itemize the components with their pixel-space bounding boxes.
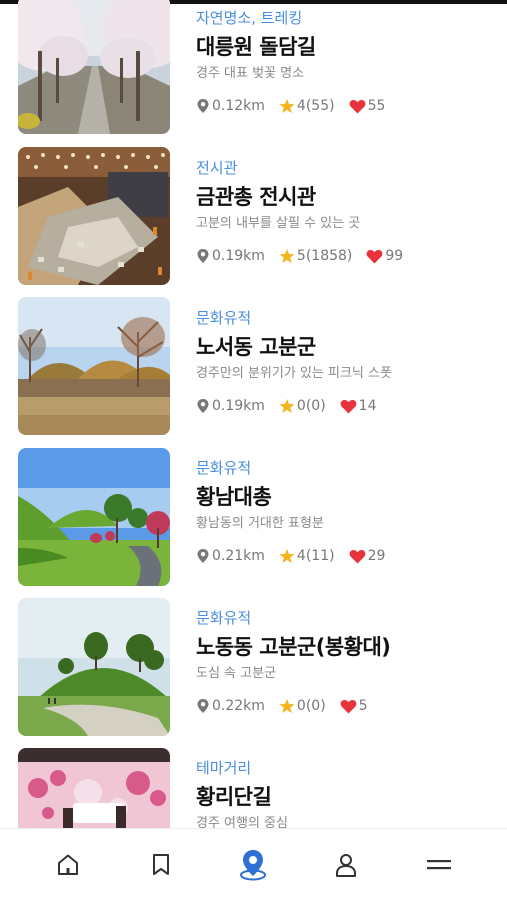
tumuli-field-image xyxy=(18,297,170,435)
green-mounds-path-image xyxy=(18,448,170,586)
distance-text: 0.19km xyxy=(212,248,265,264)
place-description: 경주 대표 벚꽃 명소 xyxy=(196,66,305,81)
nav-map[interactable] xyxy=(233,845,273,885)
cherry-blossom-road-image xyxy=(18,0,170,134)
star-icon xyxy=(279,699,295,713)
heart-icon[interactable] xyxy=(349,549,366,564)
heart-icon[interactable] xyxy=(340,699,357,714)
place-title[interactable]: 금관총 전시관 xyxy=(196,184,499,210)
place-thumbnail[interactable] xyxy=(18,598,170,736)
location-pin-icon xyxy=(197,399,209,413)
star-icon xyxy=(279,99,295,113)
location-pin-icon xyxy=(197,99,209,113)
place-description: 경주만의 분위기가 있는 피크닉 스폿 xyxy=(196,366,392,381)
rating: 0(0) xyxy=(279,398,326,414)
likes-text: 14 xyxy=(358,398,377,414)
heart-icon[interactable] xyxy=(340,399,357,414)
home-icon[interactable] xyxy=(55,852,81,878)
rating-text: 0(0) xyxy=(296,398,326,414)
star-icon xyxy=(279,249,295,263)
rating: 5(1858) xyxy=(279,248,352,264)
place-thumbnail[interactable] xyxy=(18,448,170,586)
place-title[interactable]: 대릉원 돌담길 xyxy=(196,34,499,60)
bookmark-icon[interactable] xyxy=(149,852,173,878)
likes[interactable]: 14 xyxy=(340,398,377,414)
likes-text: 99 xyxy=(385,248,404,264)
likes-text: 29 xyxy=(367,548,386,564)
distance: 0.19km xyxy=(196,398,265,414)
distance: 0.19km xyxy=(196,248,265,264)
list-item[interactable]: 문화유적 노동동 고분군(봉황대) 도심 속 고분군 0.22km 0(0) 5 xyxy=(0,598,507,750)
likes-text: 55 xyxy=(367,98,386,114)
tomb-exhibition-hall-image xyxy=(18,147,170,285)
place-description: 황남동의 거대한 표형분 xyxy=(196,516,324,531)
list-item[interactable]: 테마거리 황리단길 경주 여행의 중심 xyxy=(0,748,507,828)
place-thumbnail[interactable] xyxy=(18,297,170,435)
rating-text: 4(11) xyxy=(296,548,335,564)
place-description: 고분의 내부를 살필 수 있는 곳 xyxy=(196,216,361,231)
star-icon xyxy=(279,399,295,413)
place-category: 문화유적 xyxy=(196,459,252,477)
bottom-navigation xyxy=(0,828,507,900)
place-category: 문화유적 xyxy=(196,309,252,327)
place-title[interactable]: 노동동 고분군(봉황대) xyxy=(196,634,499,660)
menu-icon[interactable] xyxy=(426,855,452,875)
place-list[interactable]: 자연명소, 트레킹 대릉원 돌담길 경주 대표 벚꽃 명소 0.12km 4(5… xyxy=(0,0,507,828)
mound-with-trees-image xyxy=(18,598,170,736)
list-item[interactable]: 문화유적 황남대총 황남동의 거대한 표형분 0.21km 4(11) 29 xyxy=(0,448,507,600)
star-icon xyxy=(279,549,295,563)
rating-text: 5(1858) xyxy=(296,248,353,264)
location-pin-icon xyxy=(197,549,209,563)
place-description: 경주 여행의 중심 xyxy=(196,816,288,828)
likes[interactable]: 55 xyxy=(349,98,386,114)
distance: 0.21km xyxy=(196,548,265,564)
distance-text: 0.21km xyxy=(212,548,265,564)
place-title[interactable]: 노서동 고분군 xyxy=(196,334,499,360)
list-item[interactable]: 전시관 금관총 전시관 고분의 내부를 살필 수 있는 곳 0.19km 5(1… xyxy=(0,147,507,300)
place-category: 문화유적 xyxy=(196,609,252,627)
nav-menu[interactable] xyxy=(419,845,459,885)
place-thumbnail[interactable] xyxy=(18,147,170,285)
place-title[interactable]: 황남대총 xyxy=(196,484,499,510)
distance: 0.12km xyxy=(196,98,265,114)
rating-text: 0(0) xyxy=(296,698,326,714)
mural-street-image xyxy=(18,748,170,828)
distance-text: 0.22km xyxy=(212,698,265,714)
rating: 4(11) xyxy=(279,548,335,564)
likes[interactable]: 99 xyxy=(366,248,403,264)
likes-text: 5 xyxy=(358,698,368,714)
person-icon[interactable] xyxy=(334,852,358,878)
rating: 0(0) xyxy=(279,698,326,714)
list-item[interactable]: 자연명소, 트레킹 대릉원 돌담길 경주 대표 벚꽃 명소 0.12km 4(5… xyxy=(0,0,507,150)
rating-text: 4(55) xyxy=(296,98,335,114)
nav-bookmark[interactable] xyxy=(141,845,181,885)
place-description: 도심 속 고분군 xyxy=(196,666,277,681)
location-pin-icon xyxy=(197,699,209,713)
place-thumbnail[interactable] xyxy=(18,748,170,828)
nav-profile[interactable] xyxy=(326,845,366,885)
distance-text: 0.12km xyxy=(212,98,265,114)
distance-text: 0.19km xyxy=(212,398,265,414)
rating: 4(55) xyxy=(279,98,335,114)
distance: 0.22km xyxy=(196,698,265,714)
location-pin-icon xyxy=(197,249,209,263)
place-category: 전시관 xyxy=(196,159,238,177)
place-thumbnail[interactable] xyxy=(18,0,170,134)
heart-icon[interactable] xyxy=(349,99,366,114)
place-title[interactable]: 황리단길 xyxy=(196,784,499,810)
list-item[interactable]: 문화유적 노서동 고분군 경주만의 분위기가 있는 피크닉 스폿 0.19km … xyxy=(0,297,507,450)
heart-icon[interactable] xyxy=(366,249,383,264)
likes[interactable]: 29 xyxy=(349,548,386,564)
nav-home[interactable] xyxy=(48,845,88,885)
likes[interactable]: 5 xyxy=(340,698,368,714)
place-category: 자연명소, 트레킹 xyxy=(196,9,303,27)
map-pin-icon[interactable] xyxy=(237,848,269,882)
place-category: 테마거리 xyxy=(196,759,252,777)
